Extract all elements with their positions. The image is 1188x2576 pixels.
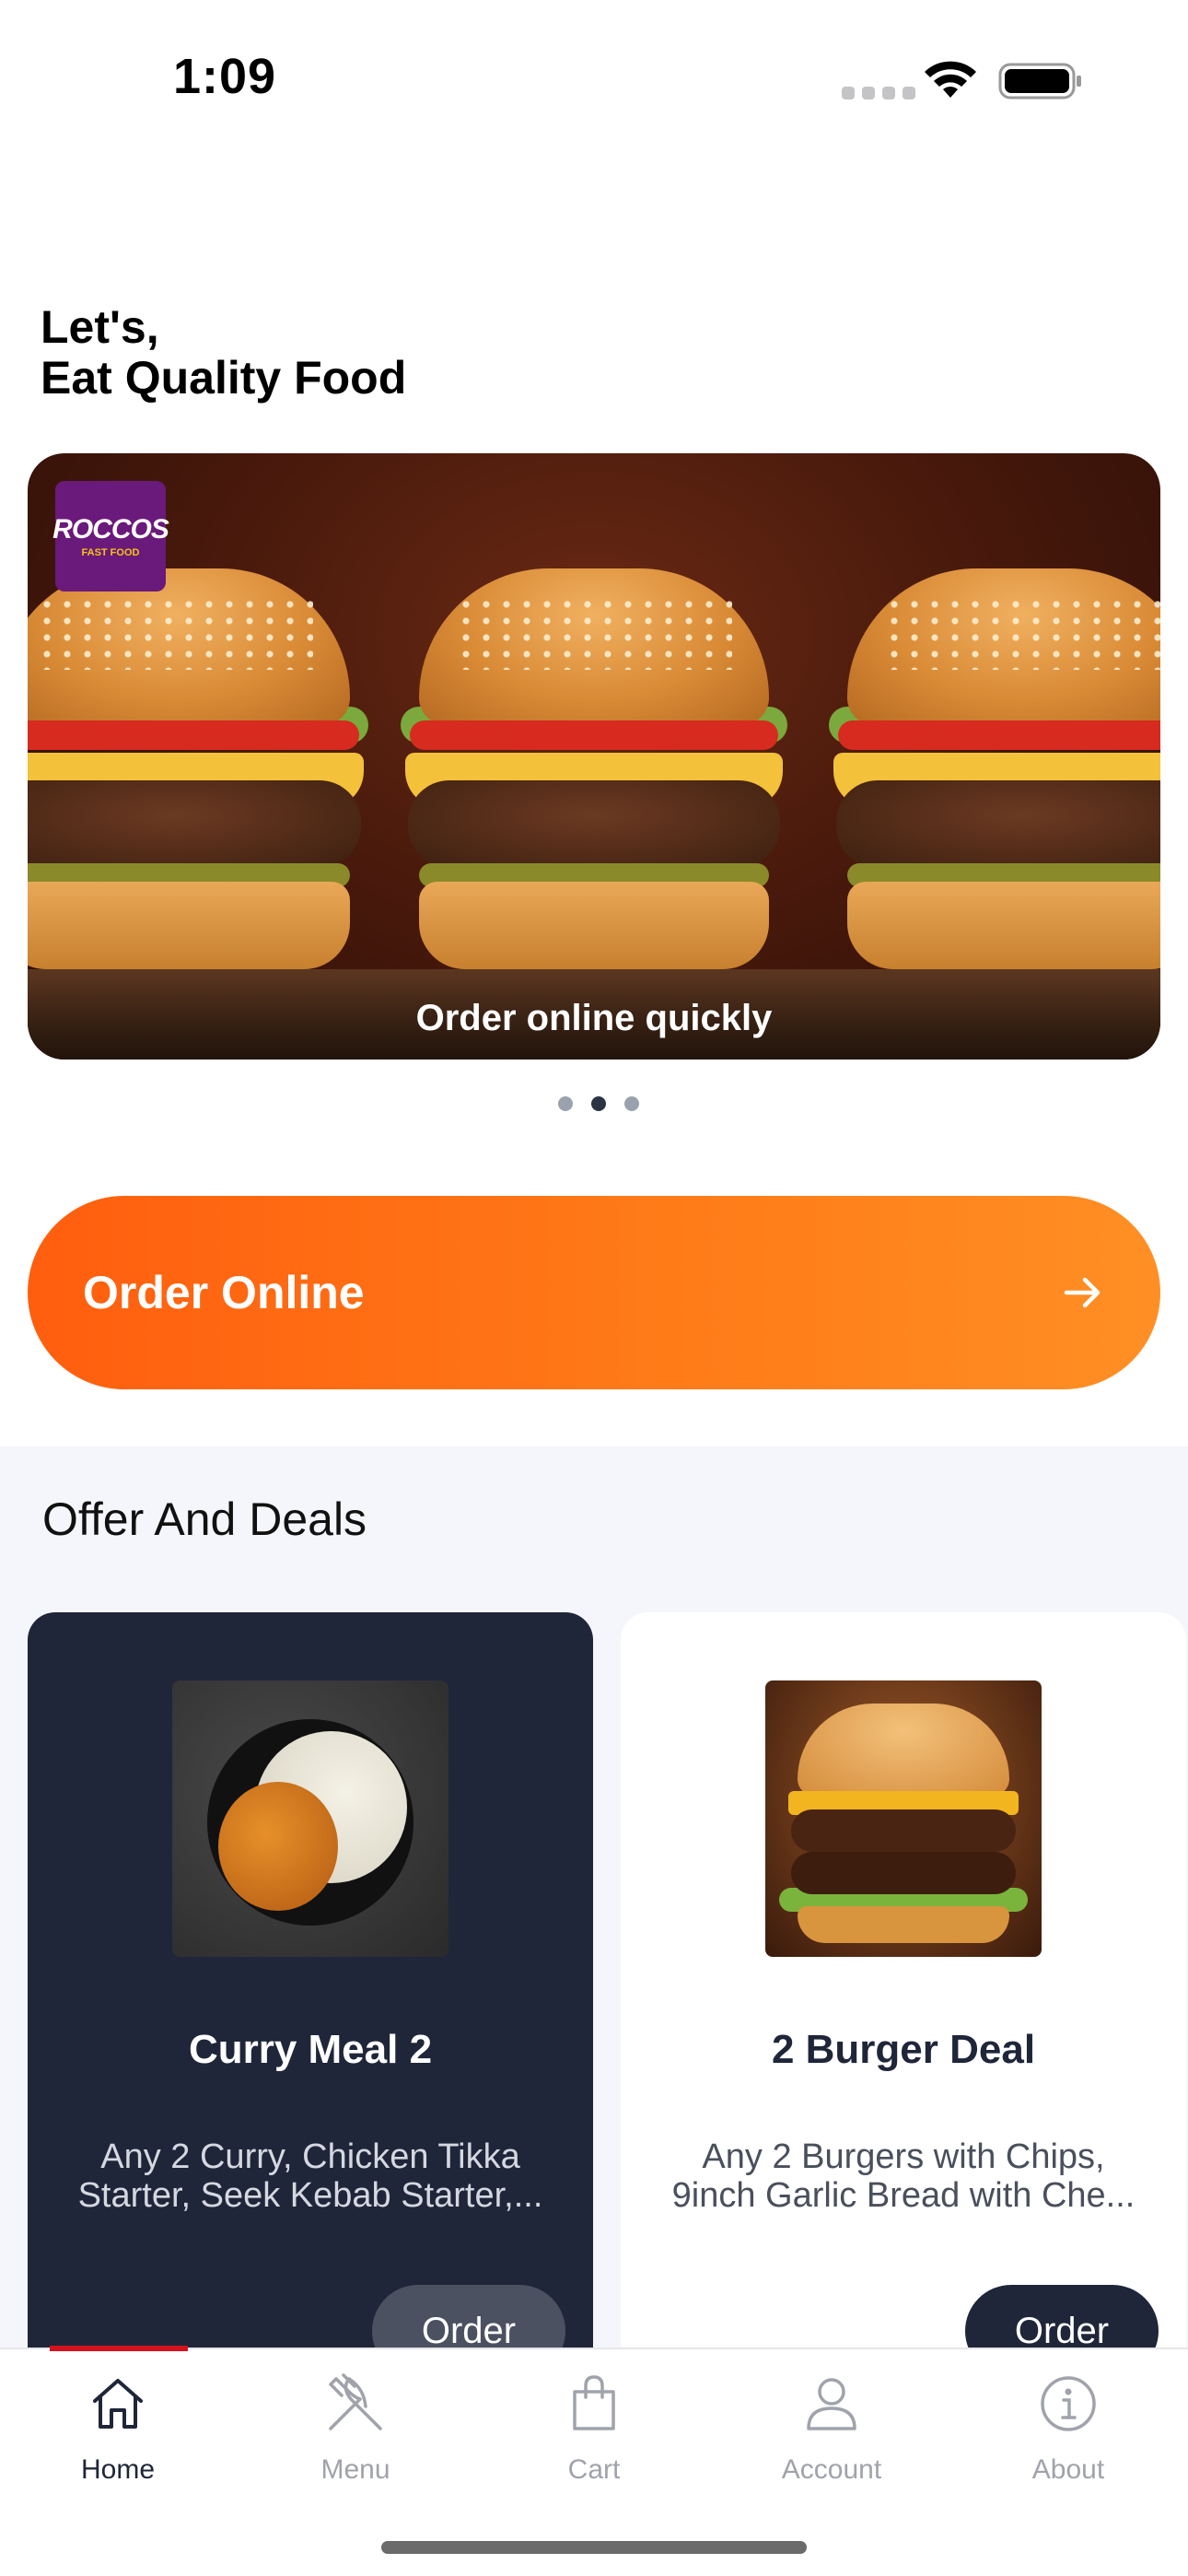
- tab-cart[interactable]: Cart: [493, 2371, 695, 2510]
- banner-caption: Order online quickly: [415, 998, 773, 1038]
- offers-title: Offer And Deals: [42, 1493, 367, 1545]
- burger-deal-image: [765, 1680, 1042, 1957]
- carousel-pagination[interactable]: [558, 1096, 639, 1111]
- tab-label: Account: [781, 2454, 882, 2485]
- tab-account[interactable]: Account: [730, 2371, 933, 2510]
- cellular-signal-icon: [842, 87, 915, 100]
- carousel-dot[interactable]: [558, 1096, 573, 1111]
- roccos-logo: ROCCOS FAST FOOD: [52, 481, 169, 591]
- home-indicator[interactable]: [381, 2541, 807, 2554]
- headline-line-2: Eat Quality Food: [41, 352, 407, 404]
- offer-title: 2 Burger Deal: [771, 2027, 1036, 2072]
- order-online-button[interactable]: Order Online: [28, 1196, 1160, 1389]
- headline-line-1: Let's,: [41, 301, 159, 353]
- wifi-icon: [925, 61, 976, 98]
- offer-description: Any 2 Curry, Chicken Tikka Starter, Seek…: [77, 2137, 543, 2215]
- user-icon: [807, 2378, 856, 2430]
- offer-title: Curry Meal 2: [188, 2027, 433, 2072]
- tab-about[interactable]: About: [967, 2371, 1170, 2510]
- banner-burger-image: [829, 568, 1160, 992]
- arrow-right-icon: [1064, 1277, 1101, 1308]
- tab-label: About: [1031, 2454, 1105, 2485]
- fork-knife-icon: [329, 2373, 382, 2430]
- status-time: 1:09: [173, 49, 277, 104]
- banner-burger-image: [28, 568, 368, 992]
- promo-banner[interactable]: ROCCOS FAST FOOD Order online quickly: [28, 453, 1160, 1060]
- status-bar: 1:09: [0, 0, 1188, 157]
- offer-card-burger-deal[interactable]: 2 Burger Deal Any 2 Burgers with Chips, …: [621, 1612, 1186, 2368]
- carousel-dot[interactable]: [624, 1096, 639, 1111]
- battery-icon: [998, 63, 1081, 100]
- shopping-bag-icon: [573, 2375, 615, 2430]
- tab-home[interactable]: Home: [17, 2371, 219, 2510]
- offer-description: Any 2 Burgers with Chips, 9inch Garlic B…: [671, 2137, 1136, 2215]
- tab-label: Home: [80, 2454, 156, 2485]
- tab-menu[interactable]: Menu: [254, 2371, 457, 2510]
- home-icon: [93, 2379, 143, 2429]
- offer-card-curry-meal[interactable]: Curry Meal 2 Any 2 Curry, Chicken Tikka …: [28, 1612, 593, 2368]
- curry-meal-image: [172, 1680, 448, 1957]
- banner-burger-image: [401, 568, 787, 992]
- order-online-label: Order Online: [83, 1267, 365, 1318]
- page-headline: Let's, Eat Quality Food: [41, 302, 406, 404]
- tab-label: Cart: [567, 2454, 621, 2485]
- info-icon: [1041, 2376, 1096, 2431]
- active-tab-indicator: [50, 2346, 188, 2351]
- carousel-dot-active[interactable]: [591, 1096, 606, 1111]
- tab-label: Menu: [320, 2454, 390, 2485]
- offers-section: Offer And Deals Curry Meal 2 Any 2 Curry…: [0, 1446, 1188, 2368]
